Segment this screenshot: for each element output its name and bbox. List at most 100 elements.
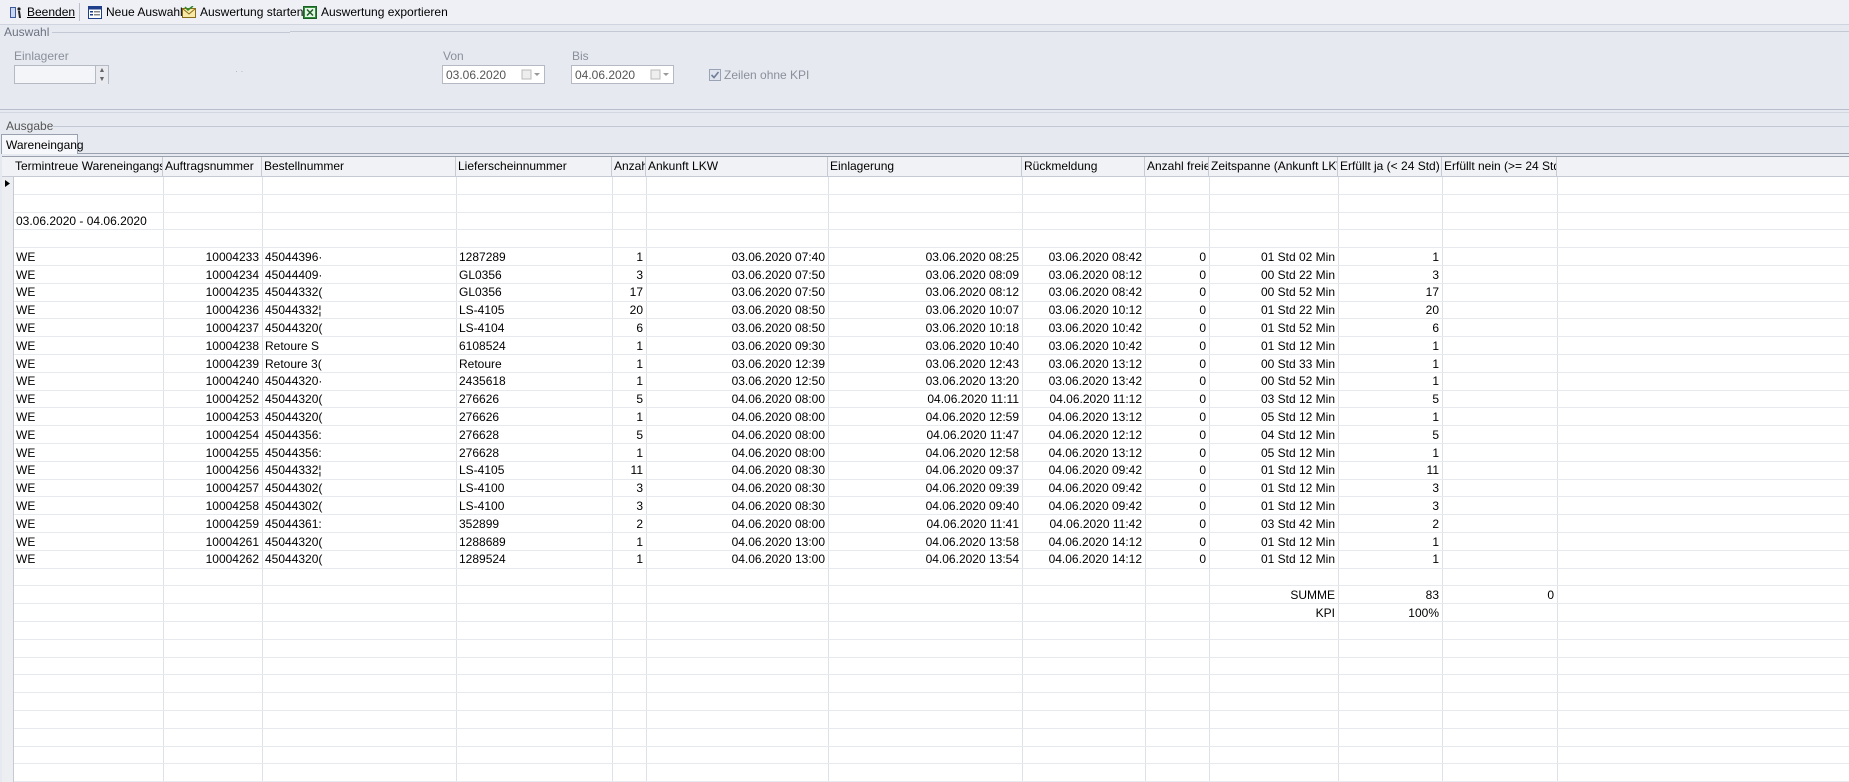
column-header[interactable]: Anzah xyxy=(612,157,646,176)
column-header[interactable]: Auftragsnummer xyxy=(163,157,262,176)
tab-wareneingang[interactable]: Wareneingang xyxy=(1,134,84,154)
zeilen-ohne-kpi-checkbox[interactable]: Zeilen ohne KPI xyxy=(709,68,809,82)
grid-cell[interactable] xyxy=(1442,515,1557,533)
grid-cell[interactable]: Retoure xyxy=(456,355,612,373)
grid-cell[interactable]: 45044356: xyxy=(262,426,456,444)
grid-cell[interactable]: 45044332( xyxy=(262,283,456,301)
grid-cell[interactable]: 17 xyxy=(1338,283,1442,301)
grid-cell[interactable]: 3 xyxy=(612,497,646,515)
grid-cell[interactable]: 1 xyxy=(612,533,646,551)
grid-cell[interactable]: 04.06.2020 12:58 xyxy=(828,444,1022,462)
grid-cell[interactable]: 17 xyxy=(612,283,646,301)
grid-cell[interactable]: 04.06.2020 09:42 xyxy=(1022,479,1145,497)
grid-cell[interactable] xyxy=(1442,372,1557,390)
bis-date-field[interactable]: 04.06.2020 xyxy=(571,65,674,84)
von-date-field[interactable]: 03.06.2020 xyxy=(442,65,545,84)
grid-cell[interactable]: 2 xyxy=(612,515,646,533)
grid-cell[interactable] xyxy=(1442,426,1557,444)
grid-cell[interactable] xyxy=(1442,355,1557,373)
grid-cell[interactable]: LS-4105 xyxy=(456,301,612,319)
grid-cell[interactable]: 00 Std 52 Min xyxy=(1209,283,1338,301)
grid-cell[interactable]: WE xyxy=(13,515,163,533)
grid-cell[interactable]: 04.06.2020 11:42 xyxy=(1022,515,1145,533)
grid-cell[interactable]: 10004252 xyxy=(163,390,262,408)
grid-cell[interactable] xyxy=(1442,301,1557,319)
grid-cell[interactable]: 03.06.2020 08:42 xyxy=(1022,283,1145,301)
column-header[interactable]: Bestellnummer xyxy=(262,157,456,176)
grid-cell[interactable]: WE xyxy=(13,372,163,390)
grid-cell[interactable]: 1 xyxy=(612,550,646,568)
grid-cell[interactable]: 03.06.2020 07:40 xyxy=(646,248,828,266)
grid-cell[interactable]: 45044320( xyxy=(262,408,456,426)
grid-cell[interactable]: 352899 xyxy=(456,515,612,533)
grid-cell[interactable]: 05 Std 12 Min xyxy=(1209,444,1338,462)
start-evaluation-button[interactable]: Auswertung starten xyxy=(182,3,303,21)
grid-cell[interactable]: WE xyxy=(13,444,163,462)
grid-cell[interactable]: 04.06.2020 09:42 xyxy=(1022,497,1145,515)
spinner-arrows-icon[interactable]: ▲ ▼ xyxy=(95,66,108,84)
grid-cell[interactable]: 04.06.2020 09:42 xyxy=(1022,461,1145,479)
grid-cell[interactable] xyxy=(1442,390,1557,408)
grid-cell[interactable]: 03.06.2020 10:40 xyxy=(828,337,1022,355)
grid-cell[interactable] xyxy=(1442,444,1557,462)
exit-button[interactable]: Beenden xyxy=(9,3,75,21)
grid-cell[interactable]: 04.06.2020 11:11 xyxy=(828,390,1022,408)
grid-cell[interactable]: 0 xyxy=(1145,390,1209,408)
export-evaluation-button[interactable]: Auswertung exportieren xyxy=(303,3,448,21)
grid-cell[interactable]: 04.06.2020 13:12 xyxy=(1022,408,1145,426)
grid-cell[interactable]: 01 Std 52 Min xyxy=(1209,319,1338,337)
grid-cell[interactable] xyxy=(1442,461,1557,479)
grid-cell[interactable]: 1 xyxy=(1338,337,1442,355)
grid-cell[interactable]: 04.06.2020 08:30 xyxy=(646,497,828,515)
grid-cell[interactable]: 03.06.2020 12:50 xyxy=(646,372,828,390)
grid-cell[interactable]: 45044409· xyxy=(262,266,456,284)
grid-cell[interactable]: 04.06.2020 13:00 xyxy=(646,533,828,551)
new-selection-button[interactable]: Neue Auswahl xyxy=(88,3,183,21)
grid-cell[interactable]: 03.06.2020 10:42 xyxy=(1022,319,1145,337)
grid-cell[interactable]: WE xyxy=(13,408,163,426)
grid-cell[interactable]: 04.06.2020 13:54 xyxy=(828,550,1022,568)
grid-cell[interactable]: 03.06.2020 12:43 xyxy=(828,355,1022,373)
grid-cell[interactable]: 45044396· xyxy=(262,248,456,266)
grid-cell[interactable]: 0 xyxy=(1145,408,1209,426)
grid-cell[interactable]: 5 xyxy=(612,426,646,444)
grid-cell[interactable]: 45044361: xyxy=(262,515,456,533)
grid-cell[interactable]: 20 xyxy=(1338,301,1442,319)
grid-cell[interactable]: 04.06.2020 08:00 xyxy=(646,444,828,462)
grid-cell[interactable]: 03.06.2020 10:07 xyxy=(828,301,1022,319)
grid-cell[interactable] xyxy=(1442,248,1557,266)
grid-cell[interactable]: Retoure S xyxy=(262,337,456,355)
grid-cell[interactable] xyxy=(1442,337,1557,355)
grid-cell[interactable]: 01 Std 12 Min xyxy=(1209,337,1338,355)
grid-cell[interactable]: 3 xyxy=(612,266,646,284)
grid-cell[interactable]: WE xyxy=(13,319,163,337)
column-header[interactable]: Erfüllt nein (>= 24 Std) xyxy=(1442,157,1557,176)
grid-cell[interactable]: 1 xyxy=(612,372,646,390)
grid-cell[interactable]: 45044356: xyxy=(262,444,456,462)
grid-cell[interactable]: 04.06.2020 08:00 xyxy=(646,408,828,426)
grid-cell[interactable]: 03.06.2020 10:18 xyxy=(828,319,1022,337)
grid-cell[interactable]: 6 xyxy=(1338,319,1442,337)
grid-cell[interactable]: LS-4100 xyxy=(456,497,612,515)
grid-cell[interactable]: 0 xyxy=(1145,479,1209,497)
grid-cell[interactable]: 01 Std 12 Min xyxy=(1209,497,1338,515)
grid-cell[interactable]: 0 xyxy=(1145,248,1209,266)
grid-cell[interactable]: 0 xyxy=(1145,301,1209,319)
grid-cell[interactable] xyxy=(1442,319,1557,337)
grid-cell[interactable]: WE xyxy=(13,390,163,408)
grid-cell[interactable]: 5 xyxy=(1338,426,1442,444)
grid-cell[interactable]: 45044320( xyxy=(262,550,456,568)
grid-cell[interactable]: 1 xyxy=(1338,248,1442,266)
grid-cell[interactable]: 1 xyxy=(1338,550,1442,568)
grid-cell[interactable]: 04.06.2020 11:41 xyxy=(828,515,1022,533)
grid-cell[interactable]: 03 Std 12 Min xyxy=(1209,390,1338,408)
grid-cell[interactable]: 0 xyxy=(1145,461,1209,479)
grid-cell[interactable] xyxy=(1442,479,1557,497)
grid-cell[interactable]: 45044302( xyxy=(262,479,456,497)
grid-cell[interactable]: WE xyxy=(13,283,163,301)
grid-cell[interactable]: 0 xyxy=(1145,266,1209,284)
grid-cell[interactable]: 0 xyxy=(1145,319,1209,337)
grid-cell[interactable]: LS-4100 xyxy=(456,479,612,497)
grid-cell[interactable]: 01 Std 12 Min xyxy=(1209,550,1338,568)
grid-cell[interactable]: 00 Std 22 Min xyxy=(1209,266,1338,284)
